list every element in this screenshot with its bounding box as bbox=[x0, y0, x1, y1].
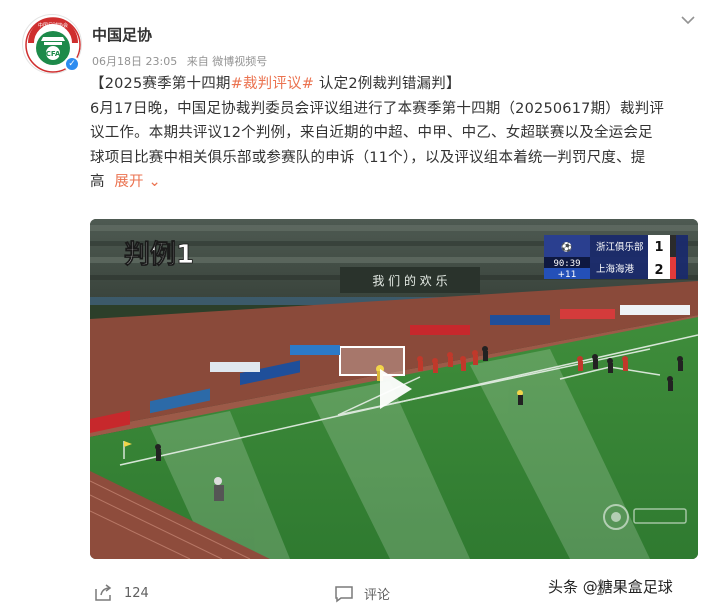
comment-icon bbox=[335, 585, 353, 602]
post-line-5: 高 展开 ⌄ bbox=[90, 174, 161, 190]
post-date[interactable]: 06月18日 23:05 bbox=[92, 55, 177, 68]
post-meta: 06月18日 23:05 来自 微博视频号 bbox=[92, 53, 273, 69]
post-line-2: 6月17日晚，中国足协裁判委员会评议组进行了本赛季第十四期（20250617期）… bbox=[90, 100, 665, 117]
verified-badge-icon: ✓ bbox=[64, 56, 80, 72]
team2-score: 2 bbox=[654, 263, 663, 278]
share-button[interactable]: 124 bbox=[94, 584, 149, 602]
video-player[interactable]: 我 们 的 欢 乐 判例1 ⚽ 90:39 +11 浙江俱乐部 上海海港 1 2 bbox=[90, 219, 698, 559]
post-title-line: 【2025赛季第十四期#裁判评议# 认定2例裁判错漏判】 bbox=[90, 76, 461, 92]
svg-text:⚽: ⚽ bbox=[560, 241, 572, 253]
scoreboard: ⚽ 90:39 +11 浙江俱乐部 上海海港 1 2 bbox=[544, 235, 688, 280]
chevron-down-icon[interactable] bbox=[678, 10, 698, 30]
match-time: 90:39 bbox=[553, 259, 580, 269]
logo-ring-text: 中国足球协会 bbox=[38, 22, 68, 29]
stand-banner: 我 们 的 欢 乐 bbox=[372, 273, 447, 288]
post-line-4: 球项目比赛中相关俱乐部或参赛队的申诉（11个），以及评议组本着统一判罚尺度、提 bbox=[90, 149, 646, 166]
weibo-post-card: 中国足球协会 CFA ✓ 中国足协 06月18日 23:05 来自 微博视频号 … bbox=[0, 0, 718, 612]
post-line-3: 议工作。本期共评议12个判例，来自近期的中超、中甲、中乙、女超联赛以及全运会足 bbox=[90, 125, 653, 141]
post-text: 【2025赛季第十四期#裁判评议# 认定2例裁判错漏判】 6月17日晚，中国足协… bbox=[90, 72, 700, 195]
expand-link[interactable]: 展开 bbox=[114, 174, 143, 190]
case-label: 判例1 bbox=[124, 240, 194, 270]
comment-button[interactable]: 评论 bbox=[334, 584, 390, 603]
comment-label: 评论 bbox=[364, 588, 391, 603]
team1-name: 浙江俱乐部 bbox=[596, 241, 644, 253]
share-count: 124 bbox=[124, 585, 149, 601]
play-icon[interactable] bbox=[368, 363, 420, 415]
post-source: 来自 微博视频号 bbox=[186, 55, 268, 68]
video-frame: 我 们 的 欢 乐 判例1 ⚽ 90:39 +11 浙江俱乐部 上海海港 1 2 bbox=[90, 219, 698, 559]
logo-cfa-text: CFA bbox=[46, 50, 61, 58]
team2-name: 上海海港 bbox=[596, 263, 635, 275]
team1-score: 1 bbox=[654, 240, 663, 255]
toutiao-watermark: 头条 @糖果盒足球 bbox=[548, 578, 673, 596]
hashtag-link[interactable]: #裁判评议# bbox=[231, 76, 315, 92]
expand-chevron-icon[interactable]: ⌄ bbox=[144, 174, 161, 190]
added-time: +11 bbox=[558, 270, 577, 280]
author-name[interactable]: 中国足协 bbox=[92, 24, 152, 45]
share-icon bbox=[95, 584, 112, 601]
